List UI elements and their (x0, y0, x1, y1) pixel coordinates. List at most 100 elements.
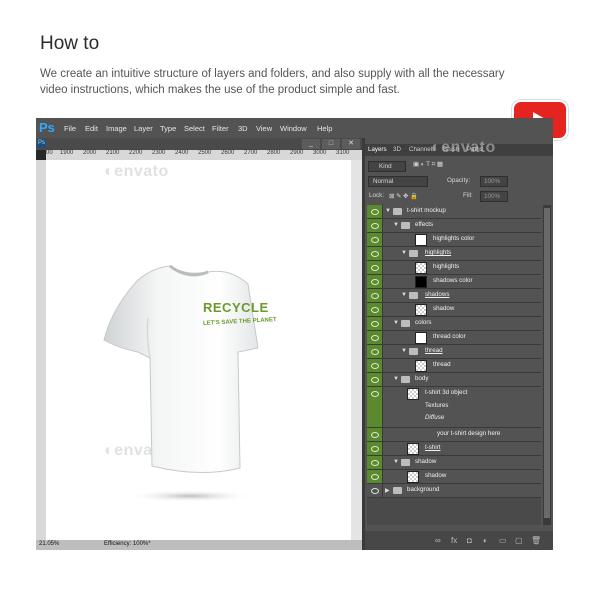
visibility-eye-icon[interactable] (367, 484, 383, 497)
menu-help[interactable]: Help (317, 124, 332, 133)
menu-bar: Ps File Edit Image Layer Type Select Fil… (36, 118, 553, 138)
visibility-eye-icon[interactable] (367, 331, 383, 344)
layer-row[interactable]: shadow (367, 303, 541, 317)
layer-row[interactable]: shadow (367, 470, 541, 484)
close-button[interactable]: ✕ (342, 139, 360, 149)
ruler-label: 2400 (175, 150, 189, 156)
layer-row[interactable]: thread (367, 359, 541, 373)
expand-arrow-icon[interactable]: ▼ (393, 222, 399, 228)
layer-row[interactable]: shadows color (367, 275, 541, 289)
layer-row[interactable]: thread color (367, 331, 541, 345)
menu-layer[interactable]: Layer (134, 124, 153, 133)
menu-3d[interactable]: 3D (238, 124, 248, 133)
tab-3d[interactable]: 3D (393, 146, 401, 153)
layer-row[interactable]: ▼ colors (367, 317, 541, 331)
maximize-button[interactable]: □ (322, 139, 340, 149)
new-group-icon[interactable]: ▭ (499, 536, 507, 545)
blend-row: Normal Opacity: 100% (365, 175, 553, 187)
layer-row[interactable]: ▼ effects (367, 219, 541, 233)
menu-type[interactable]: Type (160, 124, 176, 133)
visibility-eye-icon[interactable] (367, 275, 383, 288)
visibility-eye-icon[interactable] (367, 442, 383, 455)
status-bar: 21.05% Efficiency: 100%* (36, 540, 362, 550)
link-icon[interactable]: ∞ (435, 536, 441, 545)
visibility-eye-icon[interactable] (367, 345, 383, 358)
layer-row[interactable]: highlights color (367, 233, 541, 247)
canvas[interactable]: ◐envato ◐envato RECYCLE LET'S SAVE THE P… (46, 160, 351, 540)
blend-mode-dropdown[interactable]: Normal (368, 176, 428, 187)
folder-icon (409, 292, 418, 299)
trash-icon[interactable]: 🗑 (531, 536, 541, 545)
visibility-eye-icon[interactable] (367, 247, 383, 260)
layer-row[interactable]: highlights (367, 261, 541, 275)
visibility-eye-icon[interactable] (367, 219, 383, 232)
fx-icon[interactable]: fx (451, 536, 457, 545)
visibility-eye-icon[interactable] (367, 303, 383, 316)
opacity-label: Opacity: (447, 177, 471, 184)
layer-row[interactable]: ▼ highlights (367, 247, 541, 261)
new-layer-icon[interactable]: ▢ (515, 536, 523, 545)
watermark-top: ◐envato (104, 163, 169, 180)
visibility-eye-icon[interactable] (367, 233, 383, 246)
tab-layers[interactable]: Layers (368, 146, 387, 153)
visibility-eye-icon[interactable] (367, 359, 383, 372)
layer-row[interactable]: ▼ shadow (367, 456, 541, 470)
visibility-eye-icon[interactable] (367, 456, 383, 469)
layer-row-3d-object[interactable]: t-shirt 3d object Textures Diffuse (367, 387, 541, 428)
visibility-eye-icon[interactable] (367, 205, 383, 218)
folder-icon (409, 348, 418, 355)
expand-arrow-icon[interactable]: ▼ (401, 348, 407, 354)
fill-input[interactable]: 100% (480, 191, 508, 202)
folder-icon (393, 487, 402, 494)
lock-icons[interactable]: ⊠ ✎ ✥ 🔒 (389, 192, 418, 200)
ruler-label: 2200 (129, 150, 143, 156)
layer-row[interactable]: ▼ thread (367, 345, 541, 359)
expand-arrow-icon[interactable]: ▼ (401, 250, 407, 256)
kind-dropdown[interactable]: Kind (368, 161, 406, 172)
menu-file[interactable]: File (64, 124, 76, 133)
visibility-eye-icon[interactable] (367, 289, 383, 302)
folder-icon (393, 208, 402, 215)
visibility-eye-icon[interactable] (367, 470, 383, 483)
visibility-eye-icon[interactable] (367, 428, 383, 441)
filter-icons[interactable]: ▣ ◐ T ⌗ ▦ (413, 161, 443, 169)
menu-view[interactable]: View (256, 124, 272, 133)
print-main-text: RECYCLE (203, 300, 269, 315)
layer-row[interactable]: ▶ background (367, 484, 541, 498)
layer-thumbnail (415, 332, 427, 344)
layer-thumbnail (415, 234, 427, 246)
layers-scrollbar-thumb[interactable] (544, 208, 550, 518)
photoshop-window: Ps File Edit Image Layer Type Select Fil… (36, 118, 553, 550)
layer-row[interactable]: ▼ shadows (367, 289, 541, 303)
layer-thumbnail (407, 443, 419, 455)
menu-image[interactable]: Image (106, 124, 127, 133)
visibility-eye-icon[interactable] (367, 387, 383, 427)
expand-arrow-icon[interactable]: ▼ (393, 320, 399, 326)
minimize-button[interactable]: _ (302, 139, 320, 149)
expand-arrow-icon[interactable]: ▶ (385, 487, 390, 494)
menu-filter[interactable]: Filter (212, 124, 229, 133)
canvas-scrollbar[interactable] (351, 160, 362, 540)
layer-row[interactable]: your t-shirt design here (367, 428, 541, 442)
menu-edit[interactable]: Edit (85, 124, 98, 133)
ruler-label: 3000 (313, 150, 327, 156)
mask-icon[interactable]: ◘ (467, 536, 472, 545)
expand-arrow-icon[interactable]: ▼ (393, 459, 399, 465)
folder-icon (401, 376, 410, 383)
menu-window[interactable]: Window (280, 124, 307, 133)
opacity-input[interactable]: 100% (480, 176, 508, 187)
efficiency-readout: Efficiency: 100%* (104, 541, 151, 547)
expand-arrow-icon[interactable]: ▼ (393, 376, 399, 382)
zoom-level[interactable]: 21.05% (39, 541, 59, 547)
layer-row[interactable]: ▼ t-shirt mockup (367, 205, 541, 219)
adjustment-icon[interactable]: ◐ (483, 536, 488, 545)
visibility-eye-icon[interactable] (367, 373, 383, 386)
menu-select[interactable]: Select (184, 124, 205, 133)
layer-row[interactable]: t-shirt (367, 442, 541, 456)
expand-arrow-icon[interactable]: ▼ (401, 292, 407, 298)
visibility-eye-icon[interactable] (367, 261, 383, 274)
layer-row[interactable]: ▼ body (367, 373, 541, 387)
photoshop-logo: Ps (39, 120, 55, 135)
visibility-eye-icon[interactable] (367, 317, 383, 330)
expand-arrow-icon[interactable]: ▼ (385, 208, 391, 214)
